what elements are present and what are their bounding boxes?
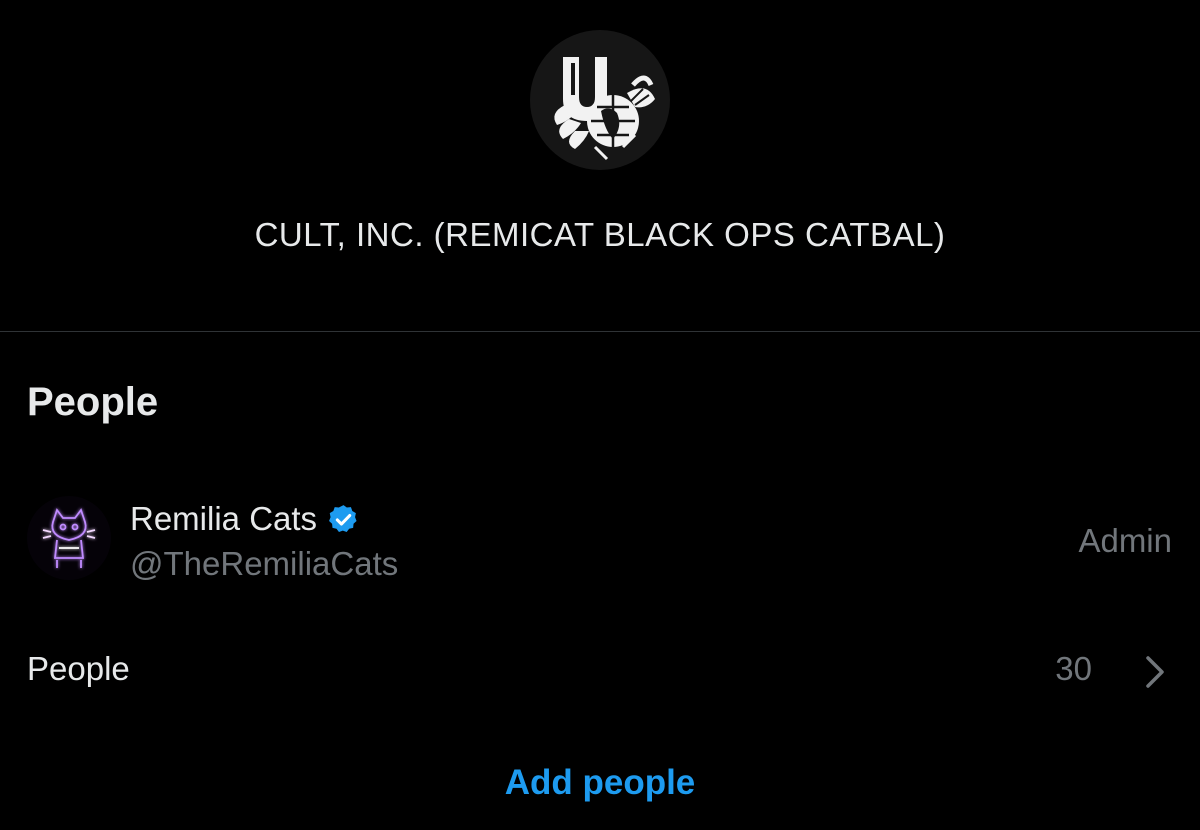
group-avatar[interactable] [530,30,670,170]
avatar[interactable] [27,496,111,580]
people-count: 30 [1055,650,1092,687]
section-divider [0,331,1200,332]
people-row-label: People [27,650,130,687]
people-section-title: People [27,380,159,424]
member-role-badge: Admin [1078,522,1172,559]
group-name[interactable]: CULT, INC. (REMICAT BLACK OPS CATBAL) [0,216,1200,254]
member-handle: @TheRemiliaCats [130,545,399,582]
verified-badge-icon [329,504,357,532]
people-count-row[interactable]: People 30 [0,640,1200,700]
cult-inc-emblem-icon [554,57,655,161]
add-people-button[interactable]: Add people [0,763,1200,803]
group-info-page: CULT, INC. (REMICAT BLACK OPS CATBAL) Pe… [0,0,1200,830]
member-display-name: Remilia Cats [130,500,318,537]
neon-cat-avatar-icon [42,508,96,568]
member-name-line: Remilia Cats [130,500,360,538]
member-row[interactable]: Remilia Cats @TheRemiliaCats Admin [0,490,1200,590]
chevron-right-icon [1146,656,1164,688]
